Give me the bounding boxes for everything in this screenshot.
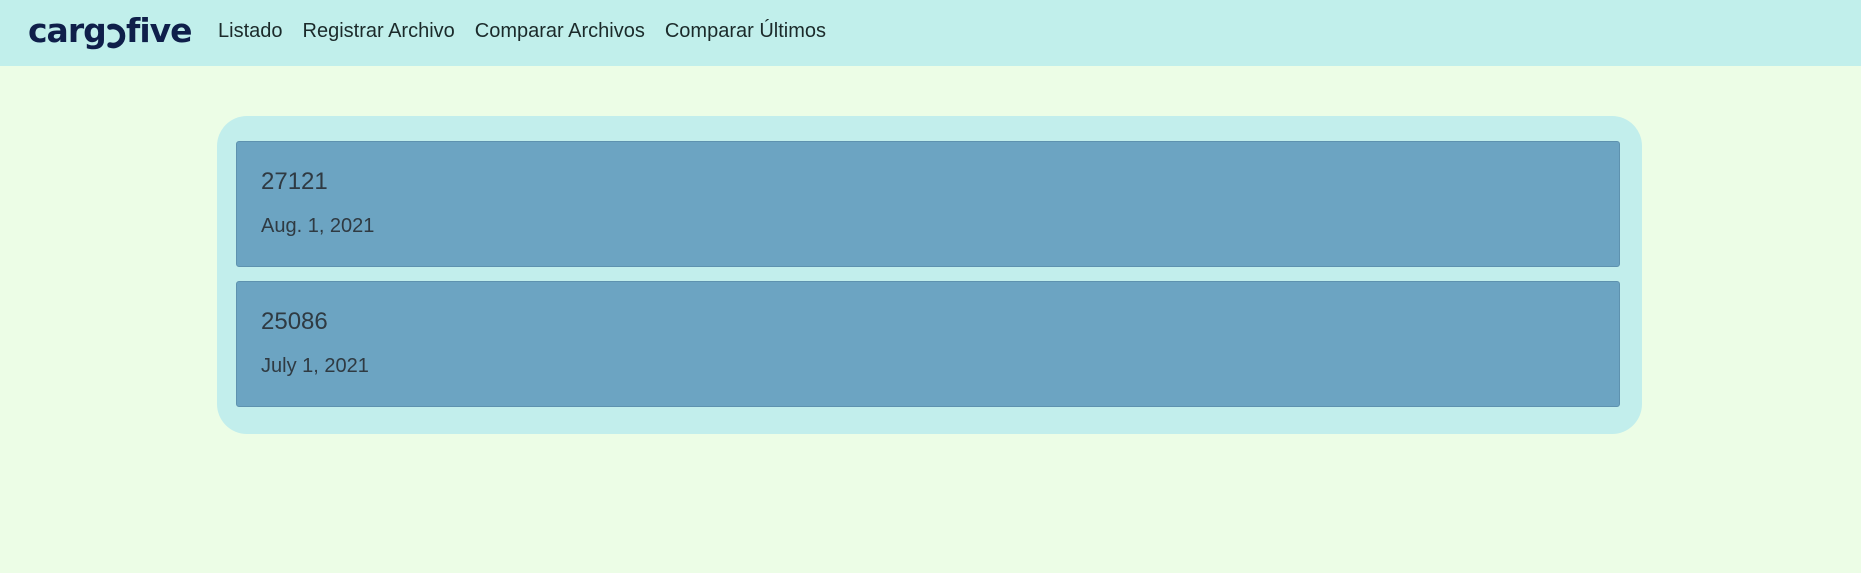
- file-date: Aug. 1, 2021: [261, 215, 375, 237]
- file-card[interactable]: 27121 Aug. 1, 2021: [236, 141, 1620, 267]
- cargofive-logo-icon: carg five: [28, 11, 193, 50]
- svg-text:five: five: [126, 11, 192, 50]
- svg-text:carg: carg: [28, 11, 106, 50]
- nav-link-registrar-archivo[interactable]: Registrar Archivo: [303, 20, 455, 43]
- nav-link-comparar-archivos[interactable]: Comparar Archivos: [475, 20, 645, 43]
- nav-links: Listado Registrar Archivo Comparar Archi…: [218, 0, 846, 62]
- file-list-panel: 27121 Aug. 1, 2021 25086 July 1, 2021: [217, 116, 1642, 434]
- file-id: 27121: [261, 168, 328, 195]
- nav-link-listado[interactable]: Listado: [218, 20, 283, 43]
- file-card[interactable]: 25086 July 1, 2021: [236, 281, 1620, 407]
- nav-link-comparar-ultimos[interactable]: Comparar Últimos: [665, 20, 826, 43]
- file-date: July 1, 2021: [261, 355, 369, 377]
- navbar: carg five Listado Registrar Archivo Comp…: [0, 0, 1861, 66]
- file-id: 25086: [261, 308, 328, 335]
- brand-logo[interactable]: carg five: [28, 11, 193, 51]
